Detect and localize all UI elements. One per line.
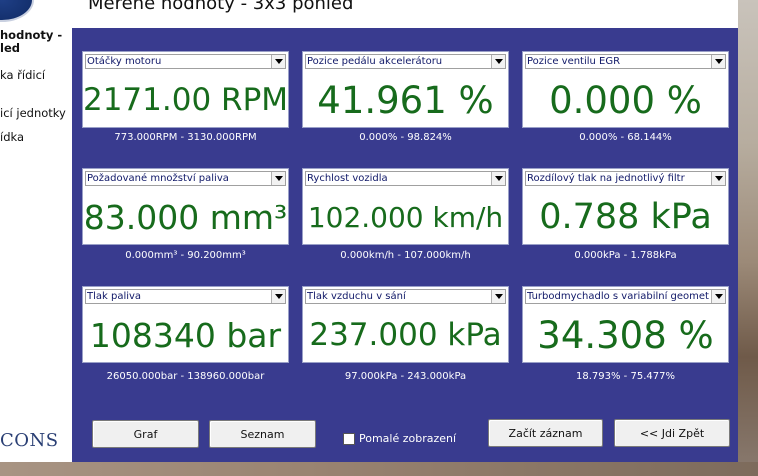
tile-fuel-pressure: Tlak paliva 108340 bar xyxy=(82,286,289,363)
tile-filter-pressure: Rozdílový tlak na jednotlivý filtr 0.788… xyxy=(522,168,729,245)
window-title: Měřené hodnoty - 3x3 pohled xyxy=(88,0,354,14)
tile-value: 0.000 % xyxy=(549,78,702,122)
tile-range: 0.000km/h - 107.000km/h xyxy=(340,250,471,261)
tile-range: 0.000mm³ - 90.200mm³ xyxy=(125,250,246,261)
tile-label: Tlak vzduchu v sání xyxy=(307,291,406,302)
logo-emblem xyxy=(0,0,34,22)
chevron-down-icon[interactable] xyxy=(491,172,505,185)
sidebar: hodnoty - led ka řídicí icí jednotky ídk… xyxy=(0,0,72,462)
tile-value: 102.000 km/h xyxy=(307,200,504,234)
sidebar-item-3[interactable]: ídka xyxy=(0,130,24,144)
tile-selector[interactable]: Rozdílový tlak na jednotlivý filtr xyxy=(525,171,726,186)
tile-value: 83.000 mm³ xyxy=(83,197,288,237)
tile-range: 0.000% - 68.144% xyxy=(579,132,672,143)
graph-button[interactable]: Graf xyxy=(92,420,199,448)
tile-value: 41.961 % xyxy=(317,78,494,122)
tile-selector[interactable]: Požadované množství paliva xyxy=(85,171,286,186)
tile-value: 34.308 % xyxy=(537,313,714,357)
tile-range: 0.000% - 98.824% xyxy=(359,132,452,143)
tile-accelerator-pedal: Pozice pedálu akcelerátoru 41.961 % xyxy=(302,51,509,128)
tile-selector[interactable]: Tlak vzduchu v sání xyxy=(305,289,506,304)
tile-range: 18.793% - 75.477% xyxy=(576,371,675,382)
background-photo-right xyxy=(738,0,758,476)
slow-display-label: Pomalé zobrazení xyxy=(359,432,457,445)
tile-engine-rpm: Otáčky motoru 2171.00 RPM xyxy=(82,51,289,128)
tile-selector[interactable]: Otáčky motoru xyxy=(85,54,286,69)
tile-selector[interactable]: Pozice ventilu EGR xyxy=(525,54,726,69)
sidebar-item-active[interactable]: hodnoty - led xyxy=(0,29,72,55)
tile-selector[interactable]: Rychlost vozidla xyxy=(305,171,506,186)
tile-label: Pozice ventilu EGR xyxy=(527,56,621,67)
tile-turbocharger: Turbodmychadlo s variabilní geometrií 34… xyxy=(522,286,729,363)
tile-value: 2171.00 RPM xyxy=(82,82,289,118)
chevron-down-icon[interactable] xyxy=(711,55,725,68)
tile-vehicle-speed: Rychlost vozidla 102.000 km/h xyxy=(302,168,509,245)
tile-label: Rozdílový tlak na jednotlivý filtr xyxy=(527,173,685,184)
tile-range: 97.000kPa - 243.000kPa xyxy=(344,371,467,382)
tile-label: Požadované množství paliva xyxy=(87,173,229,184)
tile-egr-valve: Pozice ventilu EGR 0.000 % xyxy=(522,51,729,128)
tile-range: 773.000RPM - 3130.000RPM xyxy=(114,132,257,143)
tile-selector[interactable]: Tlak paliva xyxy=(85,289,286,304)
chevron-down-icon[interactable] xyxy=(491,55,505,68)
tile-range: 0.000kPa - 1.788kPa xyxy=(574,250,677,261)
tile-selector[interactable]: Pozice pedálu akcelerátoru xyxy=(305,54,506,69)
tile-fuel-quantity: Požadované množství paliva 83.000 mm³ xyxy=(82,168,289,245)
tile-label: Pozice pedálu akcelerátoru xyxy=(307,56,443,67)
sidebar-item-2[interactable]: icí jednotky xyxy=(0,106,66,120)
start-record-button[interactable]: Začít záznam xyxy=(488,419,603,447)
tile-value: 237.000 kPa xyxy=(309,317,502,353)
sidebar-item-active-line2: led xyxy=(0,41,20,55)
tile-label: Tlak paliva xyxy=(87,291,142,302)
chevron-down-icon[interactable] xyxy=(271,172,285,185)
measurement-panel: Otáčky motoru 2171.00 RPM 773.000RPM - 3… xyxy=(72,28,738,462)
sidebar-item-1[interactable]: ka řídicí xyxy=(0,68,45,82)
list-button[interactable]: Seznam xyxy=(209,420,316,448)
brand-logo-text: CONS xyxy=(0,430,59,451)
back-button[interactable]: << Jdi Zpět xyxy=(614,419,730,447)
slow-display-checkbox[interactable] xyxy=(343,433,355,445)
tile-label: Turbodmychadlo s variabilní geometrií xyxy=(527,291,709,302)
background-photo-bottom xyxy=(0,462,758,476)
tile-label: Otáčky motoru xyxy=(87,56,162,67)
tile-range: 26050.000bar - 138960.000bar xyxy=(106,371,265,382)
tile-value: 108340 bar xyxy=(89,315,282,355)
title-bar: Měřené hodnoty - 3x3 pohled xyxy=(72,0,738,28)
chevron-down-icon[interactable] xyxy=(711,172,725,185)
chevron-down-icon[interactable] xyxy=(271,290,285,303)
tile-intake-pressure: Tlak vzduchu v sání 237.000 kPa xyxy=(302,286,509,363)
tile-selector[interactable]: Turbodmychadlo s variabilní geometrií xyxy=(525,289,726,304)
chevron-down-icon[interactable] xyxy=(271,55,285,68)
tile-label: Rychlost vozidla xyxy=(307,173,388,184)
tile-value: 0.788 kPa xyxy=(539,197,712,237)
chevron-down-icon[interactable] xyxy=(491,290,505,303)
chevron-down-icon[interactable] xyxy=(711,290,725,303)
